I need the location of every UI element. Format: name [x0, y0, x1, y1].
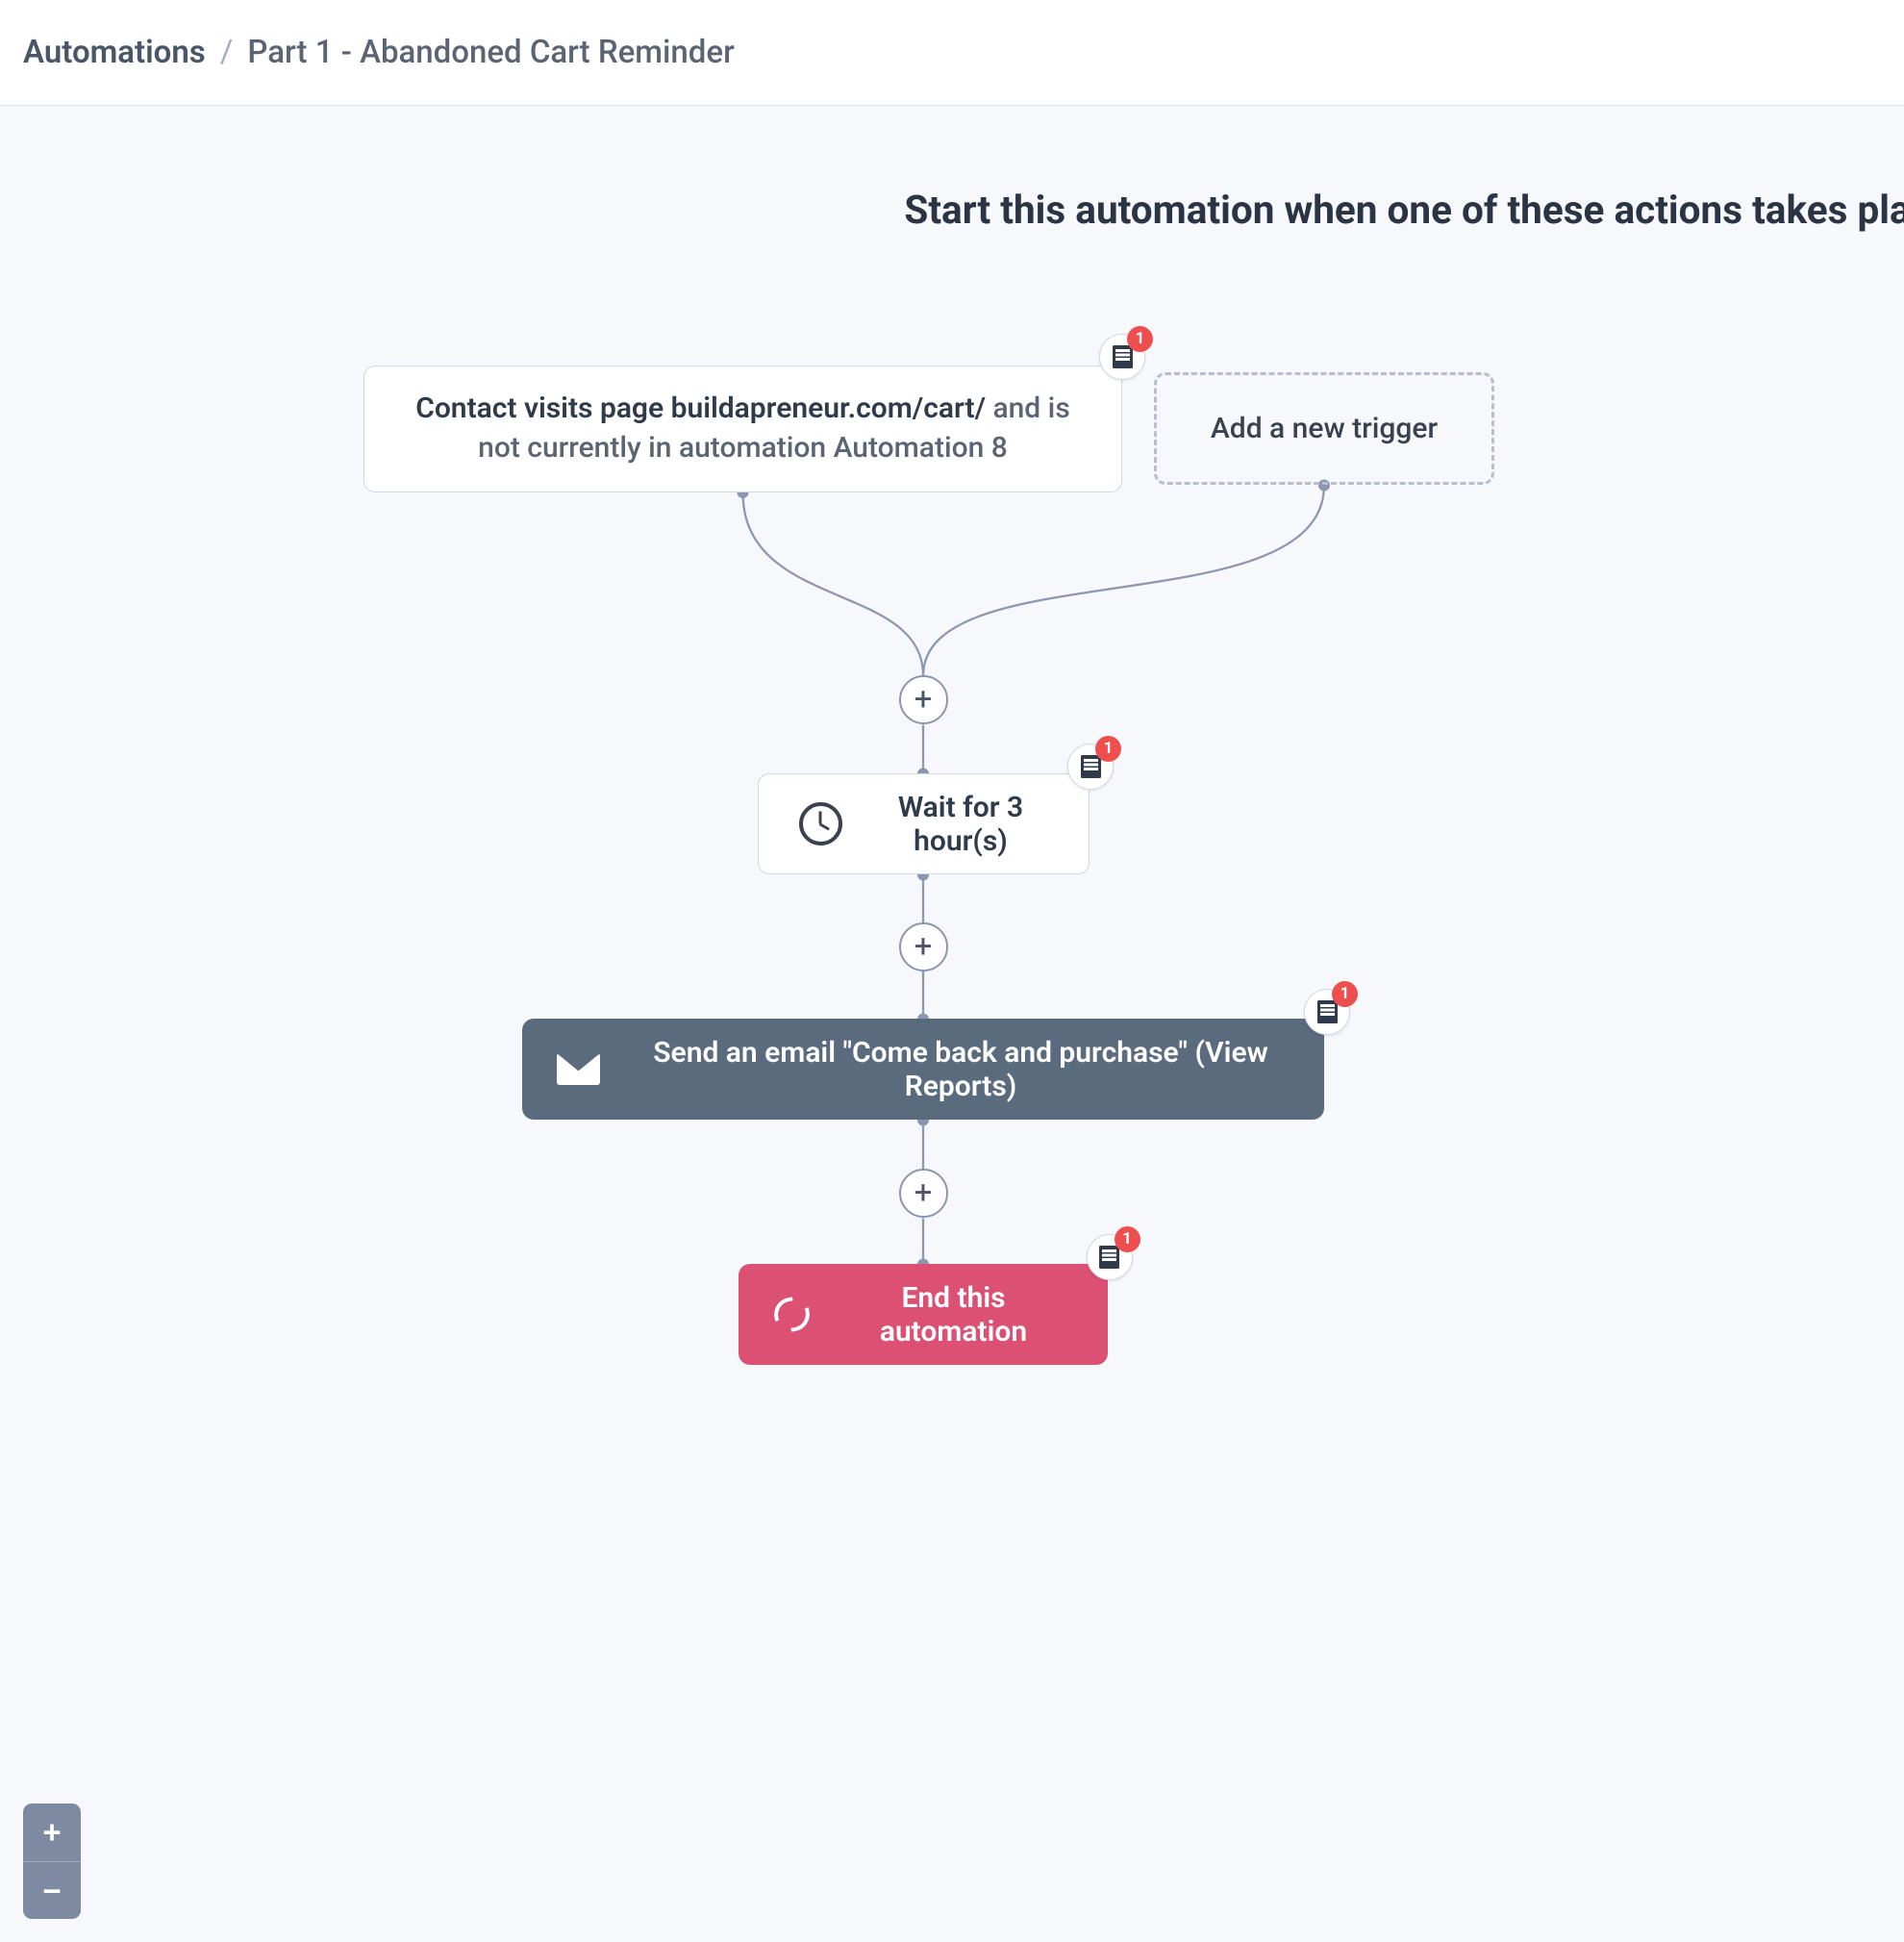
add-step-button-1[interactable]: + — [899, 675, 948, 724]
trigger-node[interactable]: Contact visits page buildapreneur.com/ca… — [363, 366, 1122, 492]
email-node[interactable]: Send an email "Come back and purchase" (… — [522, 1019, 1324, 1120]
email-notes-count: 1 — [1332, 981, 1358, 1007]
wait-label: Wait for 3 hour(s) — [868, 791, 1054, 858]
zoom-out-button[interactable]: − — [23, 1861, 81, 1919]
header-bar: Automations / Part 1 - Abandoned Cart Re… — [0, 0, 1904, 106]
wait-notes-badge[interactable]: 1 — [1067, 744, 1114, 790]
trigger-notes-badge[interactable]: 1 — [1099, 334, 1145, 380]
zoom-in-button[interactable]: + — [23, 1803, 81, 1861]
breadcrumb-root[interactable]: Automations — [23, 34, 206, 71]
add-step-button-3[interactable]: + — [899, 1169, 948, 1218]
add-step-button-2[interactable]: + — [899, 922, 948, 971]
breadcrumb-leaf[interactable]: Part 1 - Abandoned Cart Reminder — [247, 34, 734, 71]
automation-canvas[interactable]: Start this automation when one of these … — [0, 106, 1904, 1942]
canvas-title: Start this automation when one of these … — [0, 106, 1904, 233]
trigger-text: Contact visits page buildapreneur.com/ca… — [399, 390, 1087, 467]
email-notes-badge[interactable]: 1 — [1304, 989, 1350, 1035]
trigger-notes-count: 1 — [1127, 326, 1153, 352]
end-label: End this automation — [834, 1281, 1073, 1349]
note-icon — [1081, 755, 1101, 778]
wait-node[interactable]: Wait for 3 hour(s) — [758, 773, 1090, 874]
end-notes-count: 1 — [1115, 1226, 1140, 1252]
wait-notes-count: 1 — [1095, 736, 1121, 762]
mail-icon — [557, 1053, 600, 1085]
email-label: Send an email "Come back and purchase" (… — [632, 1036, 1290, 1103]
breadcrumb-separator: / — [220, 34, 234, 71]
note-icon — [1099, 1246, 1119, 1269]
zoom-controls: + − — [23, 1803, 81, 1919]
note-icon — [1113, 345, 1133, 368]
note-icon — [1317, 1000, 1338, 1023]
add-trigger-node[interactable]: Add a new trigger — [1154, 372, 1494, 485]
add-trigger-label: Add a new trigger — [1211, 412, 1438, 445]
end-notes-badge[interactable]: 1 — [1087, 1234, 1133, 1280]
clock-icon — [799, 802, 842, 845]
end-node[interactable]: End this automation — [739, 1264, 1108, 1365]
restart-icon — [773, 1299, 811, 1330]
breadcrumb: Automations / Part 1 - Abandoned Cart Re… — [23, 34, 735, 71]
